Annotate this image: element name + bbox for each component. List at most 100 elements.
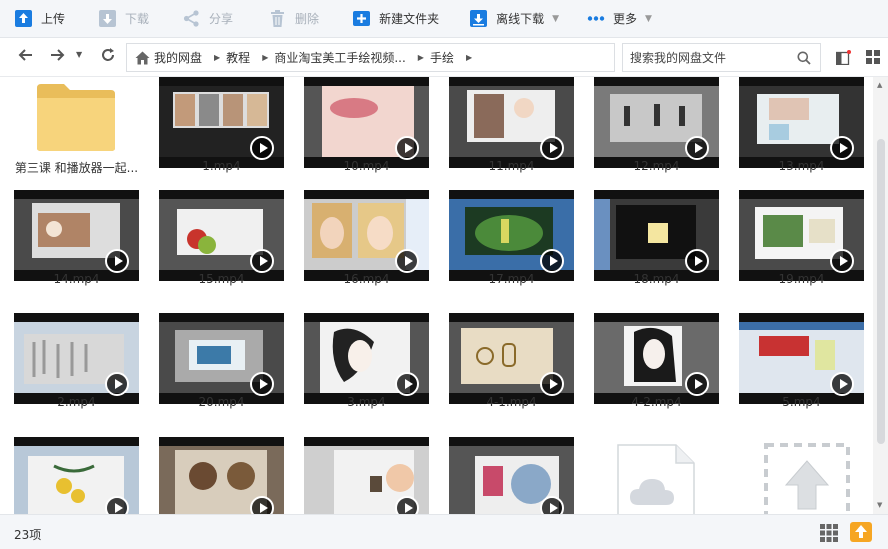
scrollbar-thumb[interactable] [877, 139, 885, 444]
play-icon[interactable] [830, 249, 854, 273]
file-name: 4-1.mp4 [486, 395, 537, 409]
play-icon[interactable] [395, 372, 419, 396]
new-folder-button[interactable]: 新建文件夹 [319, 0, 439, 38]
address-bar[interactable]: 我的网盘 ▶ 教程 ▶ 商业淘宝美工手绘视频... ▶ 手绘 ▶ [126, 43, 615, 72]
file-name: 15.mp4 [198, 272, 245, 286]
grid-view-icon[interactable] [820, 524, 838, 545]
play-icon[interactable] [685, 136, 709, 160]
delete-label: 删除 [295, 12, 320, 26]
status-bar: 23项 [0, 514, 888, 549]
folder-icon [36, 80, 116, 155]
file-name: 4-2.mp4 [631, 395, 682, 409]
delete-button[interactable]: 删除 [233, 0, 319, 38]
upload-button[interactable]: 上传 [0, 0, 65, 38]
play-icon[interactable] [830, 136, 854, 160]
view-toggle-icon[interactable] [835, 50, 851, 68]
play-icon[interactable] [540, 136, 564, 160]
play-icon[interactable] [105, 249, 129, 273]
more-dots-icon [587, 9, 605, 28]
play-icon[interactable] [250, 496, 274, 514]
video-thumbnail [304, 437, 429, 514]
breadcrumb-item[interactable]: 教程 [224, 49, 250, 66]
back-arrow-icon[interactable] [18, 47, 34, 67]
breadcrumb-separator-icon[interactable]: ▶ [250, 53, 272, 62]
video-thumbnail [304, 313, 429, 404]
file-name: 18.mp4 [633, 272, 680, 286]
share-label: 分享 [209, 12, 234, 26]
forward-arrow-icon[interactable] [49, 47, 65, 67]
file-name: 13.mp4 [778, 159, 825, 173]
cloud-file-icon [616, 443, 696, 514]
video-thumbnail [14, 313, 139, 404]
item-count: 23项 [14, 528, 42, 542]
video-thumbnail [739, 313, 864, 404]
video-thumbnail [739, 190, 864, 281]
toolbar: 上传 下载 分享 删除 新建文件夹 离线下载 ▼ 更多 ▼ [0, 0, 888, 38]
breadcrumb-item[interactable]: 我的网盘 [150, 49, 202, 66]
play-icon[interactable] [540, 496, 564, 514]
video-thumbnail [159, 190, 284, 281]
play-icon[interactable] [685, 372, 709, 396]
play-icon[interactable] [395, 496, 419, 514]
upload-icon [14, 9, 33, 28]
download-icon [98, 9, 117, 28]
file-name: 16.mp4 [343, 272, 390, 286]
offline-download-button[interactable]: 离线下载 ▼ [439, 0, 559, 38]
breadcrumb-item[interactable]: 手绘 [428, 49, 454, 66]
video-thumbnail [304, 77, 429, 168]
file-name: 14.mp4 [53, 272, 100, 286]
search-icon[interactable] [797, 51, 811, 68]
file-name: 3.mp4 [347, 395, 386, 409]
breadcrumb-separator-icon[interactable]: ▶ [406, 53, 428, 62]
video-thumbnail [594, 313, 719, 404]
download-button[interactable]: 下载 [65, 0, 149, 38]
scroll-up-icon[interactable]: ▲ [877, 81, 882, 89]
download-label: 下载 [125, 12, 150, 26]
file-name: 17.mp4 [488, 272, 535, 286]
share-icon [182, 9, 201, 28]
file-name: 19.mp4 [778, 272, 825, 286]
vertical-scrollbar[interactable]: ▲ ▼ [873, 77, 888, 514]
file-name: 20.mp4 [198, 395, 245, 409]
refresh-icon[interactable] [100, 47, 116, 67]
scroll-down-icon[interactable]: ▼ [877, 501, 882, 509]
new-folder-label: 新建文件夹 [379, 12, 440, 26]
history-dropdown-icon[interactable]: ▼ [76, 50, 82, 59]
more-button[interactable]: 更多 ▼ [559, 0, 652, 38]
grid-view-icon[interactable] [866, 50, 880, 67]
play-icon[interactable] [830, 372, 854, 396]
play-icon[interactable] [250, 372, 274, 396]
file-name: 12.mp4 [633, 159, 680, 173]
play-icon[interactable] [250, 249, 274, 273]
play-icon[interactable] [105, 496, 129, 514]
breadcrumb-separator-icon[interactable]: ▶ [202, 53, 224, 62]
file-name: 10.mp4 [343, 159, 390, 173]
play-icon[interactable] [685, 249, 709, 273]
transfer-upload-icon[interactable] [850, 522, 872, 545]
search-input[interactable] [623, 44, 793, 71]
play-icon[interactable] [250, 136, 274, 160]
play-icon[interactable] [395, 249, 419, 273]
video-thumbnail [159, 77, 284, 168]
file-grid: 第三课 和播放器一起... 1.mp4 10.mp4 11.mp4 12.mp4 [0, 77, 873, 514]
chevron-down-icon[interactable]: ▼ [552, 14, 559, 24]
video-thumbnail [159, 437, 284, 514]
file-name: 第三课 和播放器一起... [14, 161, 139, 175]
chevron-down-icon[interactable]: ▼ [645, 14, 652, 24]
share-button[interactable]: 分享 [149, 0, 233, 38]
play-icon[interactable] [395, 136, 419, 160]
navigation-bar: ▼ 我的网盘 ▶ 教程 ▶ 商业淘宝美工手绘视频... ▶ 手绘 ▶ [0, 38, 888, 77]
offline-download-icon [469, 9, 488, 28]
upload-arrow-icon [764, 443, 850, 514]
play-icon[interactable] [105, 372, 129, 396]
video-thumbnail [159, 313, 284, 404]
play-icon[interactable] [540, 249, 564, 273]
more-label: 更多 [613, 12, 638, 26]
search-box [622, 43, 821, 72]
breadcrumb-item[interactable]: 商业淘宝美工手绘视频... [272, 49, 405, 66]
play-icon[interactable] [540, 372, 564, 396]
home-icon[interactable] [127, 51, 150, 65]
offline-download-label: 离线下载 [496, 12, 545, 26]
breadcrumb-separator-icon[interactable]: ▶ [454, 53, 476, 62]
video-thumbnail [739, 77, 864, 168]
